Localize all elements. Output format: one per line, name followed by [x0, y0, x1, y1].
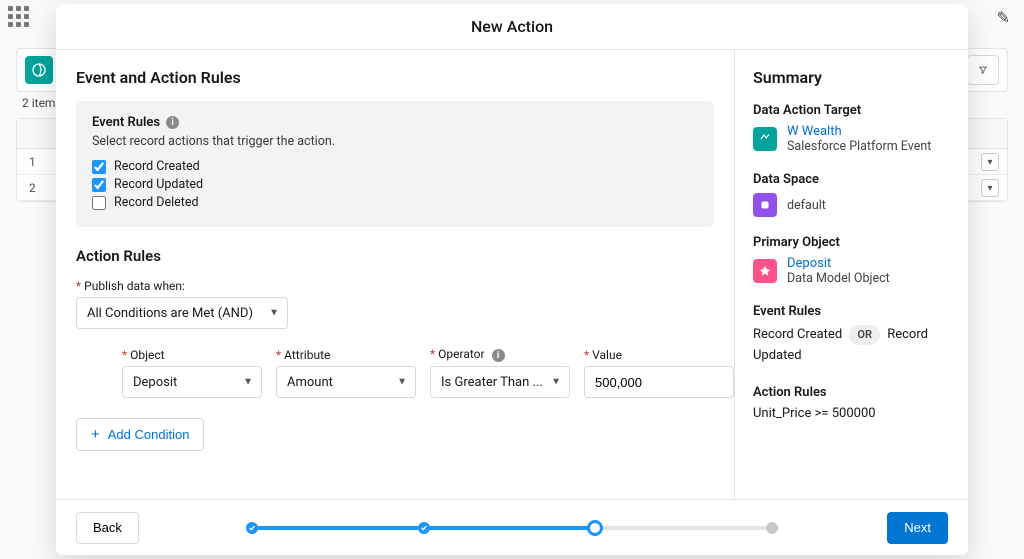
summary-target-link[interactable]: W Wealth	[787, 124, 842, 139]
summary-target-sub: Salesforce Platform Event	[787, 139, 931, 154]
summary-target-label: Data Action Target	[753, 103, 950, 118]
chevron-down-icon: ▼	[269, 308, 279, 319]
summary-primary-link[interactable]: Deposit	[787, 256, 831, 271]
edit-pencil-icon[interactable]: ✎	[997, 8, 1010, 27]
checkbox-input[interactable]	[92, 160, 106, 174]
info-icon[interactable]: i	[492, 349, 505, 362]
filter-button-bg[interactable]	[967, 55, 999, 85]
object-label: Object	[122, 348, 262, 362]
record-deleted-checkbox[interactable]: Record Deleted	[92, 195, 698, 210]
back-button[interactable]: Back	[76, 512, 139, 544]
record-updated-checkbox[interactable]: Record Updated	[92, 177, 698, 192]
chevron-down-icon: ▼	[243, 377, 253, 388]
publish-label: Publish data when:	[76, 279, 714, 293]
attribute-label: Attribute	[276, 348, 416, 362]
action-rules-heading: Action Rules	[76, 247, 714, 265]
summary-action-text: Unit_Price >= 500000	[753, 406, 950, 421]
summary-primary-sub: Data Model Object	[787, 271, 890, 286]
summary-action-label: Action Rules	[753, 385, 950, 400]
progress-step-4-future	[766, 522, 778, 534]
checkbox-input[interactable]	[92, 178, 106, 192]
progress-indicator	[56, 526, 968, 530]
summary-event-text: Record Created OR Record Updated	[753, 325, 950, 367]
chevron-down-icon: ▼	[551, 377, 561, 388]
event-rules-description: Select record actions that trigger the a…	[92, 134, 698, 149]
object-icon	[25, 56, 53, 84]
primary-icon	[753, 259, 777, 283]
summary-event-label: Event Rules	[753, 304, 950, 319]
progress-step-2-done	[418, 522, 430, 534]
target-icon	[753, 127, 777, 151]
publish-when-select[interactable]: All Conditions are Met (AND) ▼	[76, 297, 288, 329]
row-menu-icon[interactable]: ▾	[981, 153, 999, 171]
app-launcher-icon[interactable]	[8, 6, 29, 27]
plus-icon: +	[91, 426, 100, 443]
summary-pane: Summary Data Action Target W Wealth Sale…	[734, 50, 968, 499]
value-label: Value	[584, 348, 734, 362]
chevron-down-icon: ▼	[397, 377, 407, 388]
object-select[interactable]: Deposit ▼	[122, 366, 262, 398]
row-menu-icon[interactable]: ▾	[981, 179, 999, 197]
summary-primary-label: Primary Object	[753, 235, 950, 250]
record-created-checkbox[interactable]: Record Created	[92, 159, 698, 174]
info-icon[interactable]: i	[166, 116, 179, 129]
summary-space-value: default	[787, 198, 826, 213]
operator-select[interactable]: Is Greater Than ... ▼	[430, 366, 570, 398]
event-rules-label: Event Rules	[92, 115, 160, 130]
modal-footer: Back Next	[56, 499, 968, 555]
summary-heading: Summary	[753, 68, 950, 87]
modal-title: New Action	[56, 4, 968, 50]
checkbox-input[interactable]	[92, 196, 106, 210]
or-pill: OR	[849, 325, 880, 345]
section-heading: Event and Action Rules	[76, 68, 714, 87]
value-input[interactable]	[584, 366, 734, 398]
event-rules-box: Event Rules i Select record actions that…	[76, 101, 714, 227]
item-count: 2 item	[22, 96, 55, 110]
value-input-field[interactable]	[595, 375, 723, 390]
attribute-select[interactable]: Amount ▼	[276, 366, 416, 398]
progress-step-1-done	[246, 522, 258, 534]
new-action-modal: New Action Event and Action Rules Event …	[56, 4, 968, 555]
add-condition-button[interactable]: + Add Condition	[76, 418, 204, 451]
operator-label: Operator i	[430, 347, 570, 362]
summary-space-label: Data Space	[753, 172, 950, 187]
modal-left-pane: Event and Action Rules Event Rules i Sel…	[56, 50, 734, 499]
next-button[interactable]: Next	[887, 512, 948, 544]
progress-step-3-current	[587, 520, 603, 536]
space-icon	[753, 193, 777, 217]
